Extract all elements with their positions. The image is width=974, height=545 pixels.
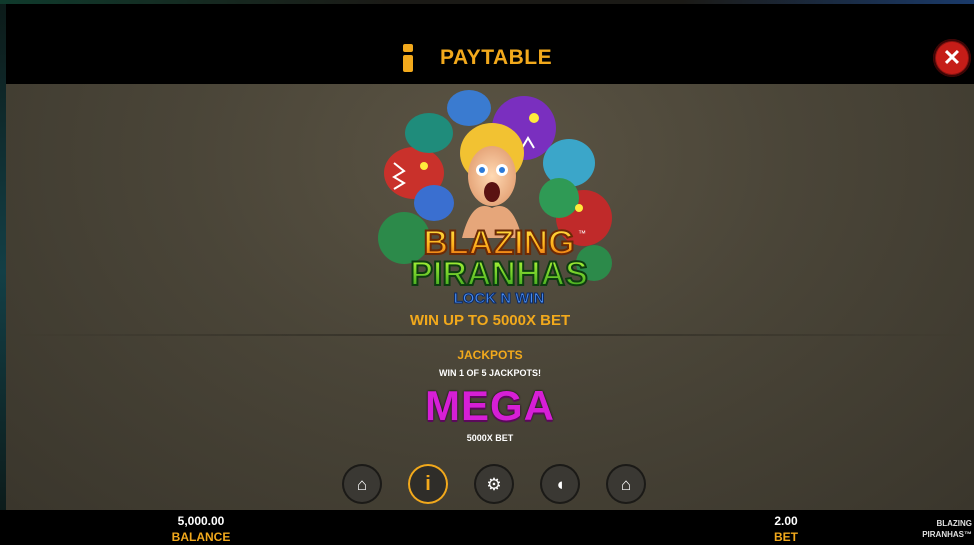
balance-value: 5,000.00	[177, 514, 225, 528]
shield-icon: ◖	[554, 474, 566, 494]
logo-line2: PIRANHAS	[410, 255, 588, 293]
max-win-text: WIN UP TO 5000X BET	[409, 312, 571, 329]
logo-line3: LOCK N WIN	[454, 290, 545, 307]
info-icon	[402, 44, 414, 72]
bank-button[interactable]: ⌂	[606, 464, 646, 504]
game-logo: BLAZING ™ PIRANHAS LOCK N WIN	[378, 90, 612, 308]
section-divider	[6, 334, 974, 336]
jackpot-tier-name: MEGA	[425, 382, 555, 429]
paytable-header: PAYTABLE ✕	[6, 4, 974, 84]
bet-label: BET	[774, 530, 798, 544]
paytable-modal: PAYTABLE ✕ BLAZING ™ PIRANHAS LOCK N WIN…	[6, 4, 974, 510]
brand-line2: PIRANHAS™	[922, 530, 972, 539]
game-frame: PAYTABLE ✕ BLAZING ™ PIRANHAS LOCK N WIN…	[0, 0, 974, 545]
paytable-title: PAYTABLE	[440, 46, 553, 69]
bank-icon: ⌂	[620, 474, 632, 494]
responsible-gaming-button[interactable]: ◖	[540, 464, 580, 504]
gear-icon: ⚙	[486, 474, 502, 494]
logo-trademark: ™	[578, 229, 586, 238]
close-button[interactable]: ✕	[933, 39, 971, 77]
home-icon: ⌂	[356, 474, 368, 494]
jackpots-subtitle: WIN 1 OF 5 JACKPOTS!	[438, 368, 541, 378]
brand-line1: BLAZING	[936, 519, 972, 528]
balance-label: BALANCE	[171, 530, 231, 544]
bet-value: 2.00	[774, 514, 798, 528]
settings-button[interactable]: ⚙	[474, 464, 514, 504]
girl-character	[460, 123, 524, 238]
home-button[interactable]: ⌂	[342, 464, 382, 504]
close-icon: ✕	[942, 45, 962, 70]
jackpots-title: JACKPOTS	[457, 348, 523, 362]
info-button[interactable]: i	[408, 464, 448, 504]
logo-text: BLAZING ™ PIRANHAS LOCK N WIN	[409, 223, 589, 308]
brand-logo: BLAZING PIRANHAS™	[916, 518, 972, 540]
jackpot-tier-value: 5000X BET	[466, 433, 514, 443]
info-icon: i	[425, 473, 431, 495]
